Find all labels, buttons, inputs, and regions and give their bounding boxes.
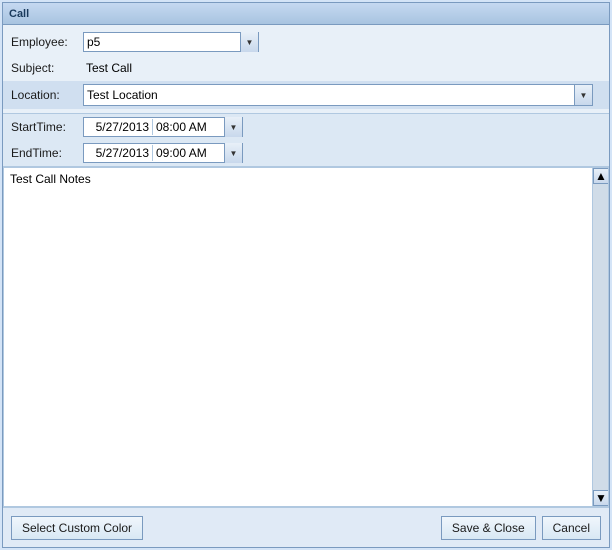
employee-dropdown-btn[interactable]: ▼ <box>240 32 258 52</box>
start-time-dropdown-btn[interactable]: ▼ <box>224 117 242 137</box>
title-bar: Call <box>3 3 609 25</box>
end-datetime-field: ▼ <box>83 143 243 163</box>
cancel-button[interactable]: Cancel <box>542 516 601 540</box>
location-input-wrapper: ▼ <box>83 84 593 106</box>
scroll-up-icon: ▲ <box>595 169 607 183</box>
scrollbar-track: ▲ ▼ <box>592 168 608 506</box>
datetime-area: StartTime: ▼ EndTime: ▼ <box>3 114 609 167</box>
location-row: Location: ▼ <box>3 81 609 109</box>
start-time-dropdown-icon: ▼ <box>230 123 238 132</box>
end-time-row: EndTime: ▼ <box>3 140 609 166</box>
scroll-down-icon: ▼ <box>595 491 607 505</box>
notes-textarea[interactable] <box>4 168 608 506</box>
end-date-input[interactable] <box>84 145 152 161</box>
end-time-label: EndTime: <box>11 146 83 160</box>
employee-row: Employee: ▼ <box>3 29 609 55</box>
employee-select-wrapper: ▼ <box>83 32 259 52</box>
window-title: Call <box>9 8 29 20</box>
footer: Select Custom Color Save & Close Cancel <box>3 507 609 547</box>
end-time-input[interactable] <box>152 145 224 161</box>
scrollbar-thumb[interactable] <box>593 184 608 490</box>
subject-input[interactable] <box>83 58 561 78</box>
location-dropdown-icon: ▼ <box>580 91 588 100</box>
location-label: Location: <box>11 88 83 102</box>
subject-label: Subject: <box>11 61 83 75</box>
start-time-row: StartTime: ▼ <box>3 114 609 140</box>
call-window: Call Employee: ▼ Subject: Location: ▼ <box>2 2 610 548</box>
employee-dropdown-icon: ▼ <box>246 38 254 47</box>
scroll-down-btn[interactable]: ▼ <box>593 490 609 506</box>
end-time-dropdown-icon: ▼ <box>230 149 238 158</box>
form-area: Employee: ▼ Subject: Location: ▼ <box>3 25 609 114</box>
start-datetime-field: ▼ <box>83 117 243 137</box>
employee-input[interactable] <box>84 32 240 52</box>
employee-label: Employee: <box>11 35 83 49</box>
save-close-button[interactable]: Save & Close <box>441 516 536 540</box>
notes-area: ▲ ▼ <box>3 167 609 507</box>
custom-color-button[interactable]: Select Custom Color <box>11 516 143 540</box>
start-time-label: StartTime: <box>11 120 83 134</box>
location-dropdown-btn[interactable]: ▼ <box>574 85 592 105</box>
subject-row: Subject: <box>3 55 609 81</box>
end-time-dropdown-btn[interactable]: ▼ <box>224 143 242 163</box>
start-time-input[interactable] <box>152 119 224 135</box>
scroll-up-btn[interactable]: ▲ <box>593 168 609 184</box>
location-input[interactable] <box>84 85 574 105</box>
start-date-input[interactable] <box>84 119 152 135</box>
